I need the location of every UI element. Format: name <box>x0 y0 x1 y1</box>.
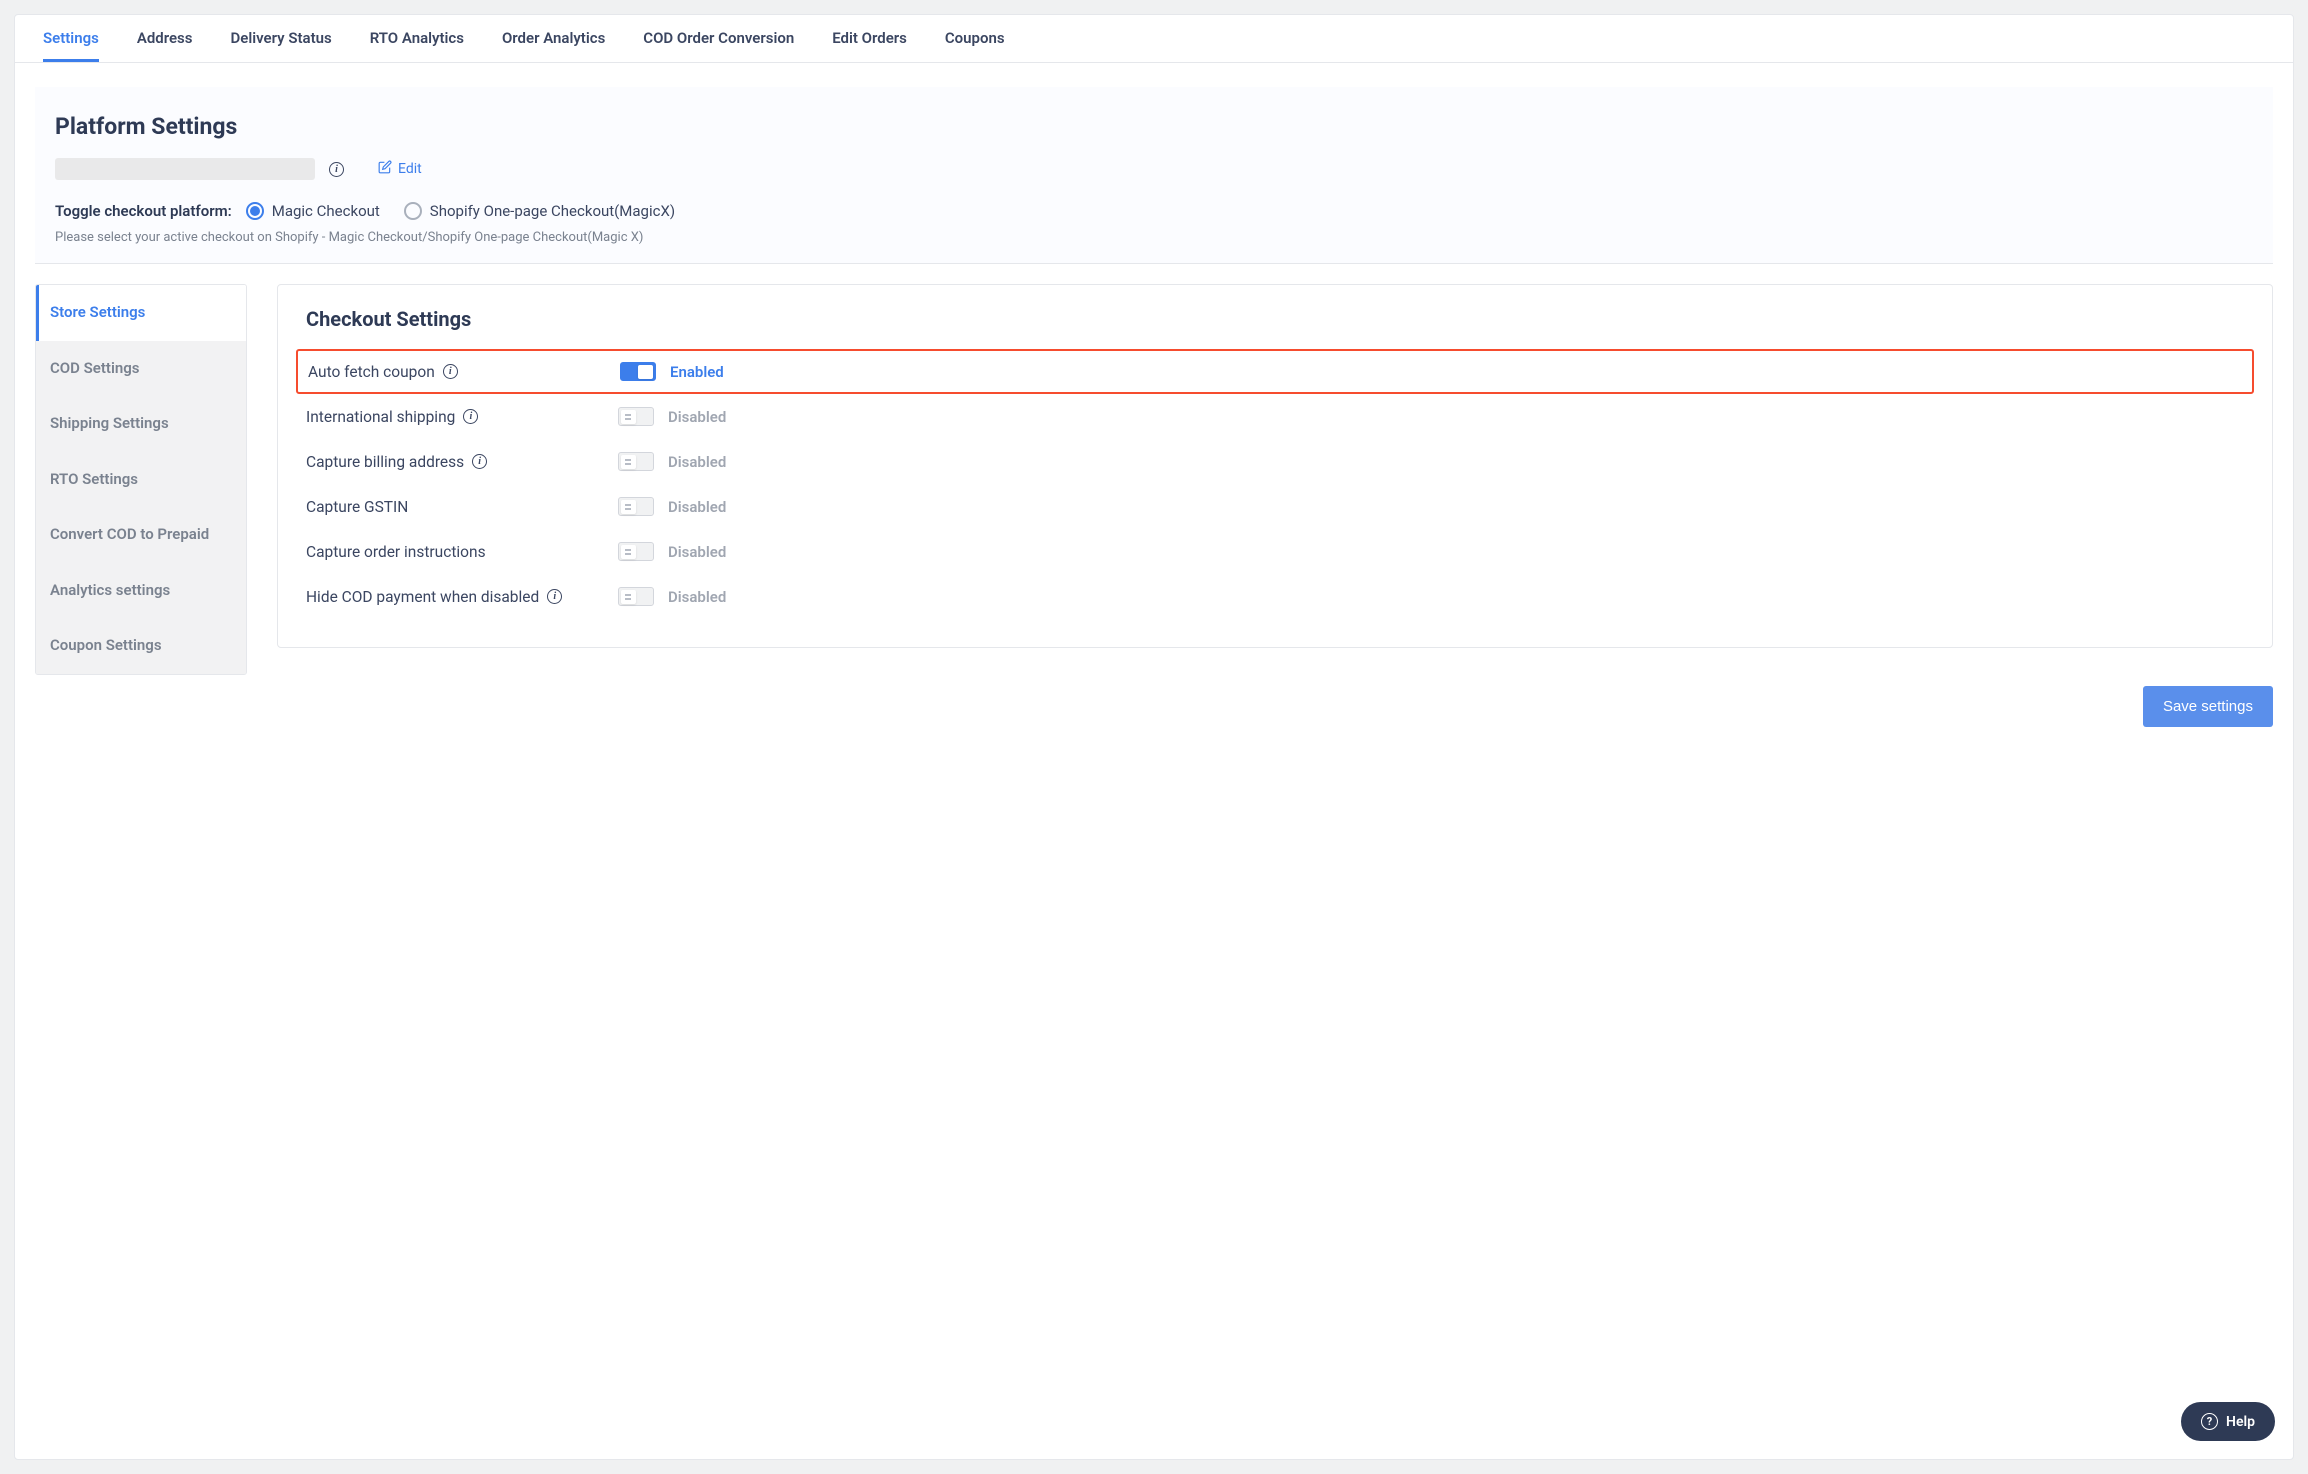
sidebar-item-coupon-settings[interactable]: Coupon Settings <box>36 618 246 674</box>
sidebar-item-shipping-settings[interactable]: Shipping Settings <box>36 396 246 452</box>
edit-icon <box>378 160 392 178</box>
setting-row: Hide COD payment when disabled i Disabled <box>306 574 2244 619</box>
info-icon[interactable]: i <box>329 162 344 177</box>
tab-coupons[interactable]: Coupons <box>945 15 1005 62</box>
toggle-status: Enabled <box>670 363 724 381</box>
info-icon[interactable]: i <box>463 409 478 424</box>
platform-settings-section: Platform Settings i Edit Toggle checkout… <box>35 87 2273 264</box>
setting-label: Capture GSTIN <box>306 498 618 516</box>
setting-row: Capture order instructions Disabled <box>306 529 2244 574</box>
tab-settings[interactable]: Settings <box>43 15 99 62</box>
tab-address[interactable]: Address <box>137 15 193 62</box>
setting-label-text: Auto fetch coupon <box>308 363 435 381</box>
platform-settings-title: Platform Settings <box>55 113 2253 140</box>
help-label: Help <box>2226 1414 2255 1430</box>
platform-placeholder-bar <box>55 158 315 180</box>
setting-label-text: International shipping <box>306 408 455 426</box>
setting-label: Capture billing address i <box>306 453 618 471</box>
toggle-status: Disabled <box>668 543 726 561</box>
toggle-status: Disabled <box>668 408 726 426</box>
settings-sidebar: Store SettingsCOD SettingsShipping Setti… <box>35 284 247 675</box>
setting-label: Capture order instructions <box>306 543 618 561</box>
setting-row: International shipping i Disabled <box>306 394 2244 439</box>
sidebar-item-convert-cod-to-prepaid[interactable]: Convert COD to Prepaid <box>36 507 246 563</box>
radio-label: Shopify One-page Checkout(MagicX) <box>430 202 675 220</box>
help-icon: ? <box>2201 1413 2218 1430</box>
setting-label-text: Hide COD payment when disabled <box>306 588 539 606</box>
help-widget[interactable]: ? Help <box>2181 1402 2275 1441</box>
setting-row: Capture GSTIN Disabled <box>306 484 2244 529</box>
setting-label: International shipping i <box>306 408 618 426</box>
setting-label-text: Capture billing address <box>306 453 464 471</box>
sidebar-item-store-settings[interactable]: Store Settings <box>36 285 246 341</box>
toggle-description: Please select your active checkout on Sh… <box>55 230 2253 245</box>
save-settings-button[interactable]: Save settings <box>2143 686 2273 727</box>
radio-label: Magic Checkout <box>272 202 380 220</box>
info-icon[interactable]: i <box>472 454 487 469</box>
setting-row: Capture billing address i Disabled <box>306 439 2244 484</box>
setting-label: Auto fetch coupon i <box>308 363 620 381</box>
toggle-switch[interactable] <box>618 587 654 606</box>
sidebar-item-cod-settings[interactable]: COD Settings <box>36 341 246 397</box>
setting-row: Auto fetch coupon i Enabled <box>296 349 2254 394</box>
tab-delivery-status[interactable]: Delivery Status <box>231 15 332 62</box>
tab-edit-orders[interactable]: Edit Orders <box>832 15 907 62</box>
sidebar-item-analytics-settings[interactable]: Analytics settings <box>36 563 246 619</box>
edit-button[interactable]: Edit <box>378 160 422 178</box>
toggle-checkout-label: Toggle checkout platform: <box>55 202 232 220</box>
top-tabs: Settings Address Delivery Status RTO Analyt… <box>15 15 2293 63</box>
setting-label-text: Capture GSTIN <box>306 498 408 516</box>
sidebar-item-rto-settings[interactable]: RTO Settings <box>36 452 246 508</box>
radio-icon <box>404 202 422 220</box>
toggle-switch[interactable] <box>618 542 654 561</box>
checkout-settings-title: Checkout Settings <box>306 307 2244 331</box>
radio-icon <box>246 202 264 220</box>
setting-label-text: Capture order instructions <box>306 543 486 561</box>
toggle-switch[interactable] <box>620 362 656 381</box>
radio-magic-checkout[interactable]: Magic Checkout <box>246 202 380 220</box>
toggle-switch[interactable] <box>618 497 654 516</box>
toggle-switch[interactable] <box>618 452 654 471</box>
info-icon[interactable]: i <box>443 364 458 379</box>
radio-shopify-checkout[interactable]: Shopify One-page Checkout(MagicX) <box>404 202 675 220</box>
tab-rto-analytics[interactable]: RTO Analytics <box>370 15 464 62</box>
toggle-status: Disabled <box>668 453 726 471</box>
toggle-switch[interactable] <box>618 407 654 426</box>
toggle-status: Disabled <box>668 498 726 516</box>
checkout-settings-card: Checkout Settings Auto fetch coupon i Enab… <box>277 284 2273 648</box>
tab-cod-order-conversion[interactable]: COD Order Conversion <box>643 15 794 62</box>
tab-order-analytics[interactable]: Order Analytics <box>502 15 605 62</box>
edit-label: Edit <box>398 161 422 177</box>
toggle-status: Disabled <box>668 588 726 606</box>
setting-label: Hide COD payment when disabled i <box>306 588 618 606</box>
info-icon[interactable]: i <box>547 589 562 604</box>
